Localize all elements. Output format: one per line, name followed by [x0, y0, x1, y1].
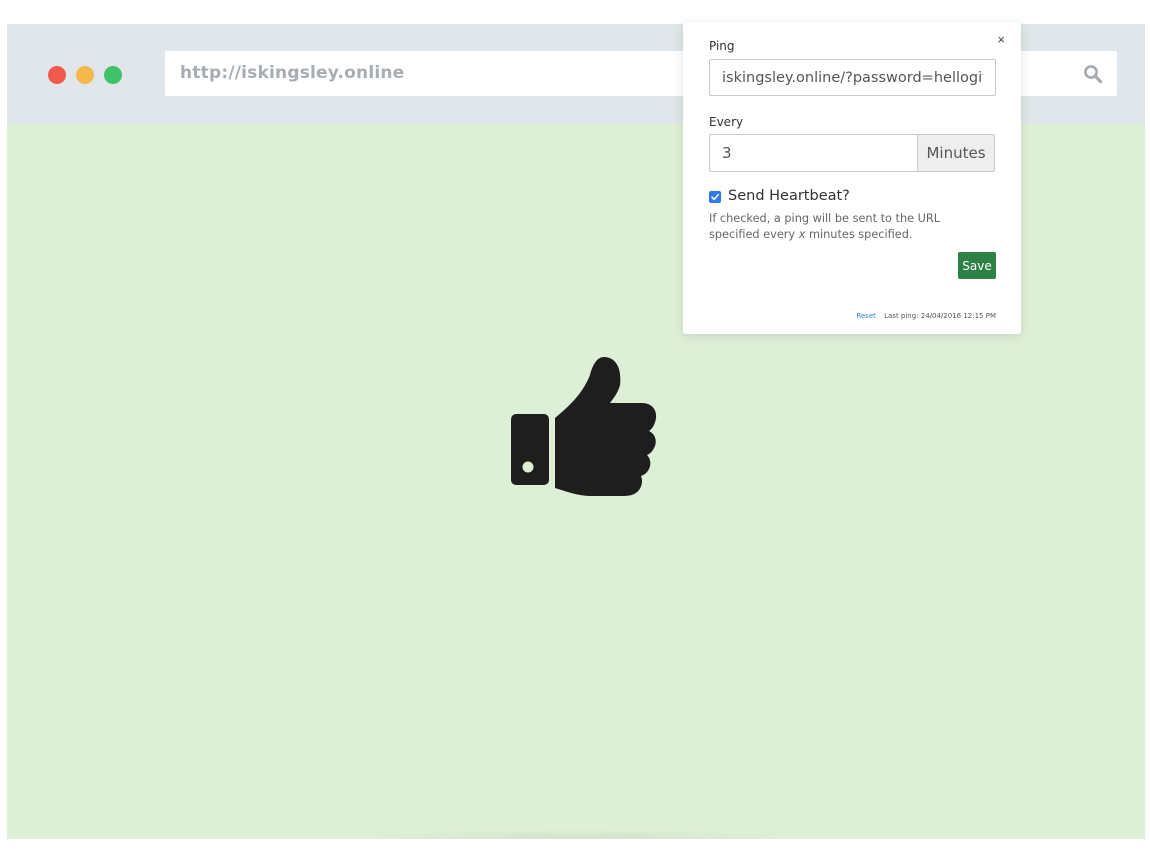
checkmark-icon	[711, 193, 719, 201]
ping-label: Ping	[709, 39, 735, 53]
url-text: http://iskingsley.online	[180, 63, 405, 83]
ping-settings-popup: × Ping Every Minutes Send Heartbeat? If …	[683, 22, 1021, 334]
last-ping-status: Last ping: 24/04/2016 12:15 PM	[884, 312, 996, 320]
heartbeat-help-text: If checked, a ping will be sent to the U…	[709, 212, 941, 241]
page-shadow	[367, 829, 787, 839]
close-icon[interactable]: ×	[997, 32, 1005, 47]
heartbeat-checkbox[interactable]	[709, 191, 721, 203]
heartbeat-label[interactable]: Send Heartbeat?	[728, 188, 850, 204]
save-button[interactable]: Save	[958, 252, 996, 279]
interval-input[interactable]	[709, 134, 918, 172]
close-window-button[interactable]	[48, 66, 66, 84]
every-label: Every	[709, 115, 744, 129]
interval-input-group: Minutes	[709, 134, 995, 172]
search-icon[interactable]	[1083, 64, 1103, 84]
thumbs-up-icon	[511, 357, 657, 496]
ping-url-input[interactable]	[709, 59, 996, 96]
popup-footer: Reset Last ping: 24/04/2016 12:15 PM	[856, 312, 996, 320]
interval-unit-addon: Minutes	[917, 134, 995, 172]
minimize-window-button[interactable]	[76, 66, 94, 84]
reset-link[interactable]: Reset	[856, 312, 876, 320]
maximize-window-button[interactable]	[104, 66, 122, 84]
